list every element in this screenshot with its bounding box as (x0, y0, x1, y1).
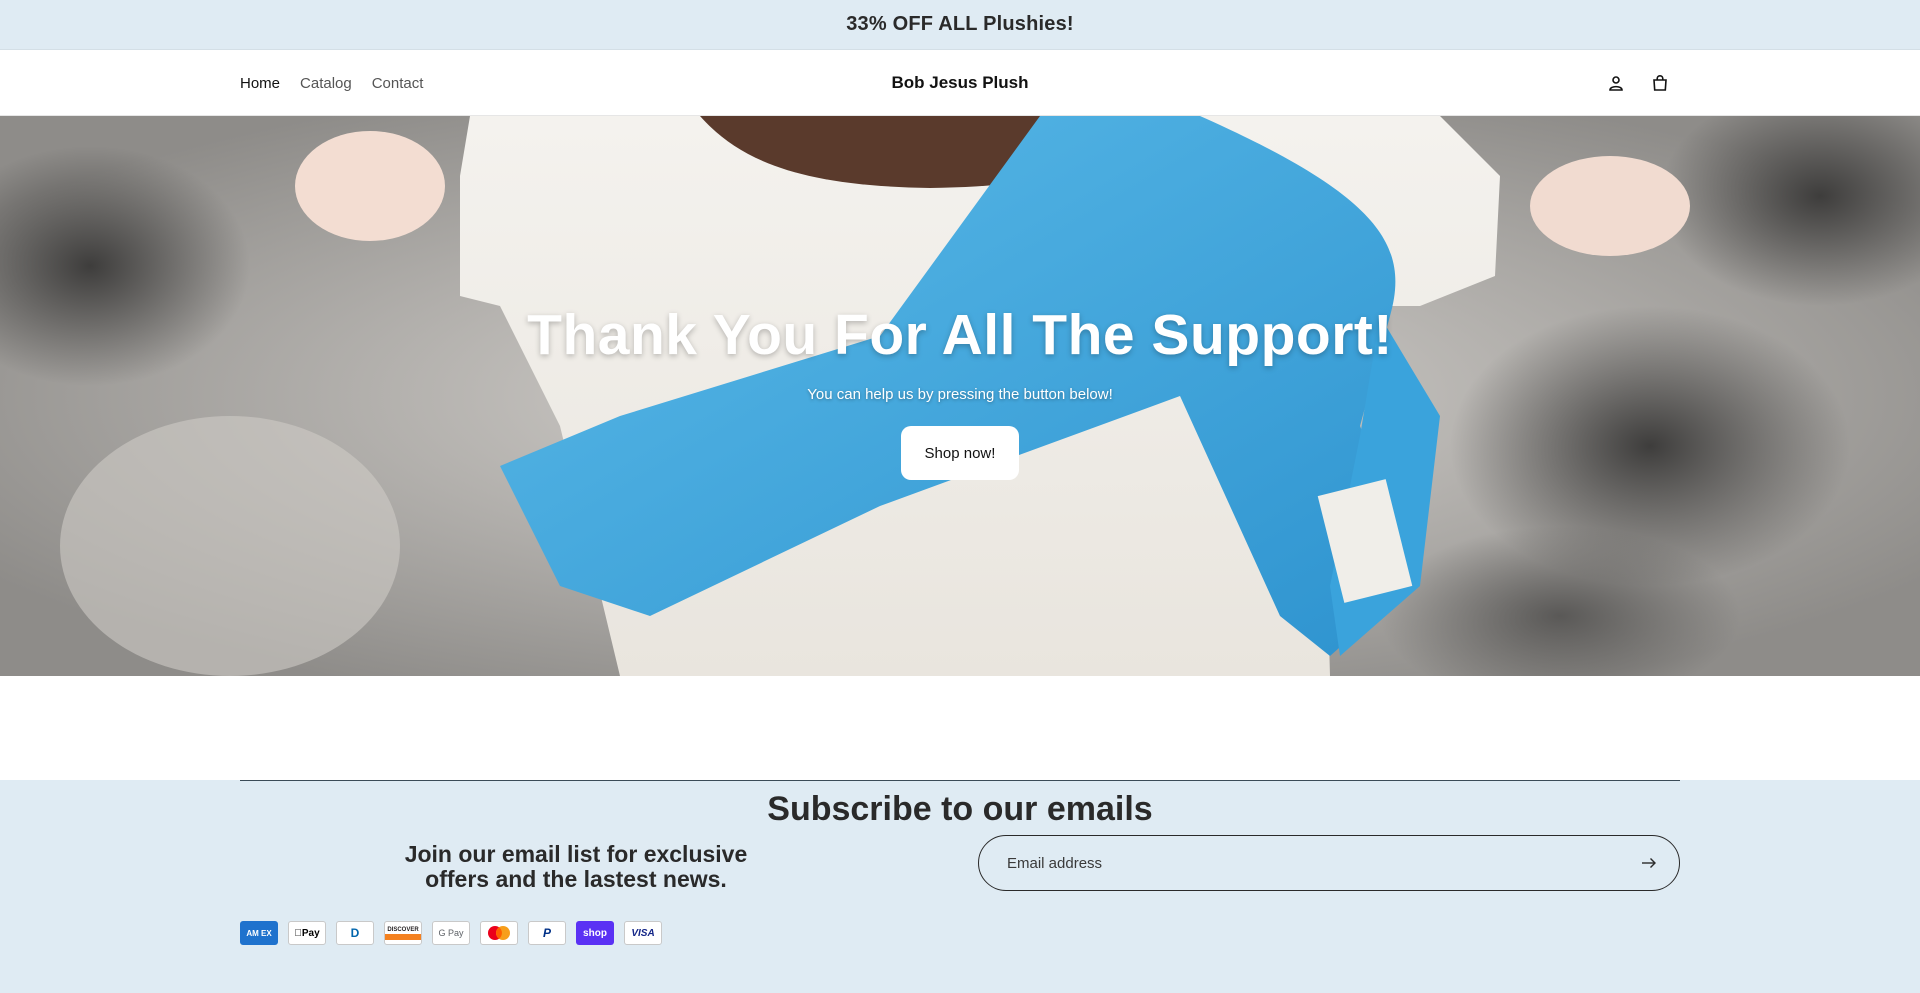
newsletter-section: Subscribe to our emails Join our email l… (0, 780, 1920, 993)
email-input[interactable] (1007, 854, 1639, 872)
google-pay-icon: G Pay (432, 921, 470, 945)
header-icons (1606, 50, 1670, 116)
cart-icon[interactable] (1650, 73, 1670, 93)
announcement-text: 33% OFF ALL Plushies! (846, 13, 1074, 35)
apple-pay-label:  (294, 928, 302, 939)
mastercard-icon (480, 921, 518, 945)
site-header: Home Catalog Contact Bob Jesus Plush (0, 50, 1920, 116)
diners-label: D (350, 926, 360, 940)
section-divider (240, 780, 1680, 781)
apple-pay-icon: Pay (288, 921, 326, 945)
hero-subtitle: You can help us by pressing the button b… (807, 386, 1113, 403)
apple-pay-text: Pay (298, 927, 320, 939)
main-nav: Home Catalog Contact (240, 50, 423, 116)
email-form (978, 835, 1680, 891)
hero-content: Thank You For All The Support! You can h… (0, 116, 1920, 676)
announcement-bar: 33% OFF ALL Plushies! (0, 0, 1920, 50)
google-pay-label: G Pay (438, 928, 464, 938)
discover-label: DISCOVER (387, 926, 419, 933)
hero-banner: Thank You For All The Support! You can h… (0, 116, 1920, 676)
nav-link-contact[interactable]: Contact (372, 75, 424, 92)
discover-icon: DISCOVER (384, 921, 422, 945)
shop-pay-icon: shop (576, 921, 614, 945)
amex-label: AM EX (246, 928, 272, 938)
visa-icon: VISA (624, 921, 662, 945)
discover-stripe (385, 933, 421, 940)
diners-icon: D (336, 921, 374, 945)
shop-pay-label: shop (583, 927, 607, 939)
newsletter-text: Join our email list for exclusive offers… (404, 841, 748, 892)
paypal-icon: P (528, 921, 566, 945)
nav-link-home[interactable]: Home (240, 75, 280, 92)
payment-icons: AM EX Pay D DISCOVER G Pay P shop (240, 921, 662, 945)
account-icon[interactable] (1606, 73, 1626, 93)
newsletter-title: Subscribe to our emails (767, 790, 1153, 828)
paypal-label: P (542, 926, 551, 940)
nav-link-catalog[interactable]: Catalog (300, 75, 352, 92)
amex-icon: AM EX (240, 921, 278, 945)
hero-title: Thank You For All The Support! (527, 303, 1393, 367)
brand-logo-text[interactable]: Bob Jesus Plush (892, 73, 1029, 93)
shop-now-button[interactable]: Shop now! (901, 426, 1019, 480)
visa-label: VISA (631, 927, 655, 939)
content-spacer (0, 676, 1920, 780)
arrow-right-icon[interactable] (1639, 853, 1659, 873)
